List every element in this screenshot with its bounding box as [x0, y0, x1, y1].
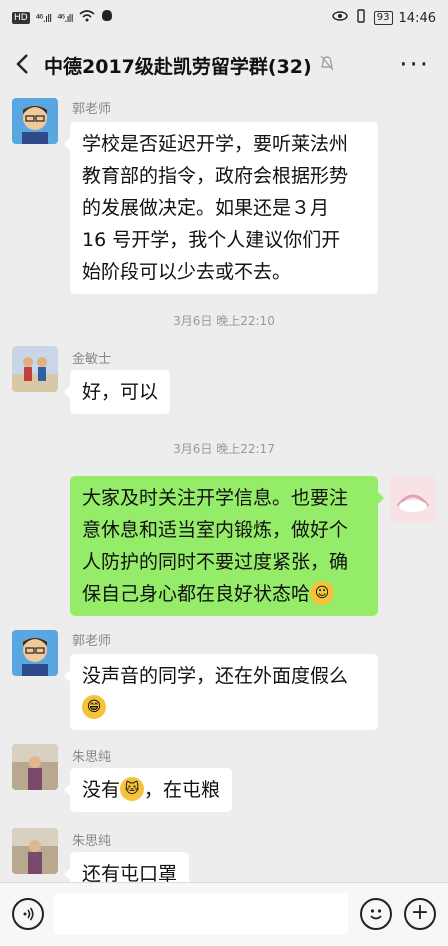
- avatar[interactable]: [12, 98, 58, 144]
- message-line: 教育部的指令，政府会根据形势: [82, 165, 349, 187]
- sender-name: 郭老师: [72, 634, 112, 649]
- message-bubble[interactable]: 没有 🐱 ，在屯粮: [63, 768, 233, 812]
- wifi-icon: [79, 10, 95, 26]
- message-line: 的发展做决定。如果还是３月: [82, 197, 330, 219]
- message-line: 始阶段可以少去或不去。: [82, 261, 292, 283]
- vibrate-icon: [354, 9, 368, 27]
- message-bubble[interactable]: 还有屯口罩: [63, 852, 190, 882]
- message-line: 16 号开学，我个人建议你们开: [82, 229, 341, 251]
- avatar[interactable]: [12, 630, 58, 676]
- message-line: ，在屯粮: [144, 779, 221, 801]
- message-line: 大家及时关注开学信息。也要注: [82, 487, 349, 509]
- input-bar: +: [0, 882, 448, 946]
- voice-input-button[interactable]: [12, 898, 44, 930]
- clock: 14:46: [398, 10, 436, 26]
- message-bubble[interactable]: 没声音的同学，还在外面度假么 😁: [64, 654, 378, 730]
- mute-bell-icon: [320, 55, 334, 75]
- eye-icon: [332, 10, 348, 26]
- timestamp: 3月6日 晚上22:10: [173, 314, 275, 328]
- message-bubble[interactable]: 学校是否延迟开学，要听莱法州 教育部的指令，政府会根据形势 的发展做决定。如果还…: [64, 122, 378, 294]
- message-input[interactable]: [54, 893, 348, 935]
- signal-icon: ⁴⁶.ıll: [35, 11, 53, 25]
- message-line: 还有屯口罩: [82, 863, 178, 882]
- avatar[interactable]: [12, 346, 58, 392]
- app-notification-icon: [101, 9, 113, 27]
- message-bubble-self[interactable]: 大家及时关注开学信息。也要注 意休息和适当室内锻炼，做好个 人防护的同时不要过度…: [70, 476, 384, 616]
- cat-emoji-icon: 🐱: [120, 776, 145, 801]
- status-bar: HD ⁴⁶.ıll ⁴⁶.ıll 93 14:46: [0, 0, 448, 36]
- sender-name: 郭老师: [72, 102, 112, 117]
- message-line: 没声音的同学，还在外面度假么: [82, 665, 349, 687]
- message-line: 人防护的同时不要过度紧张，确: [82, 551, 349, 573]
- message-line: 意休息和适当室内锻炼，做好个: [82, 519, 349, 541]
- signal-icon-2: ⁴⁶.ıll: [57, 11, 74, 25]
- message-line: 保自己身心都在良好状态哈: [82, 583, 311, 605]
- more-functions-button[interactable]: +: [404, 898, 436, 930]
- message-line: 好，可以: [82, 381, 159, 403]
- sender-name: 朱思纯: [72, 834, 112, 849]
- grin-emoji-icon: 😁: [82, 694, 106, 719]
- back-icon[interactable]: [0, 49, 44, 82]
- message-bubble[interactable]: 好，可以: [63, 370, 171, 414]
- avatar-self[interactable]: [390, 476, 436, 522]
- chat-header: 中德2017级赴凯劳留学群(32) ···: [0, 36, 448, 94]
- emoji-button[interactable]: [360, 898, 392, 930]
- message-line: 学校是否延迟开学，要听莱法州: [82, 133, 349, 155]
- message-line: 没有: [82, 779, 121, 801]
- hd-badge: HD: [12, 12, 30, 24]
- smile-emoji-icon: ☺: [310, 580, 335, 605]
- more-icon[interactable]: ···: [399, 50, 430, 80]
- battery-indicator: 93: [373, 11, 393, 25]
- chat-messages[interactable]: 郭老师 学校是否延迟开学，要听莱法州 教育部的指令，政府会根据形势 的发展做决定…: [0, 94, 448, 882]
- timestamp: 3月6日 晚上22:17: [173, 442, 275, 456]
- avatar[interactable]: [12, 744, 58, 790]
- avatar[interactable]: [12, 828, 58, 874]
- sender-name: 金敏士: [72, 352, 112, 367]
- page-title: 中德2017级赴凯劳留学群(32): [44, 55, 312, 78]
- sender-name: 朱思纯: [72, 750, 112, 765]
